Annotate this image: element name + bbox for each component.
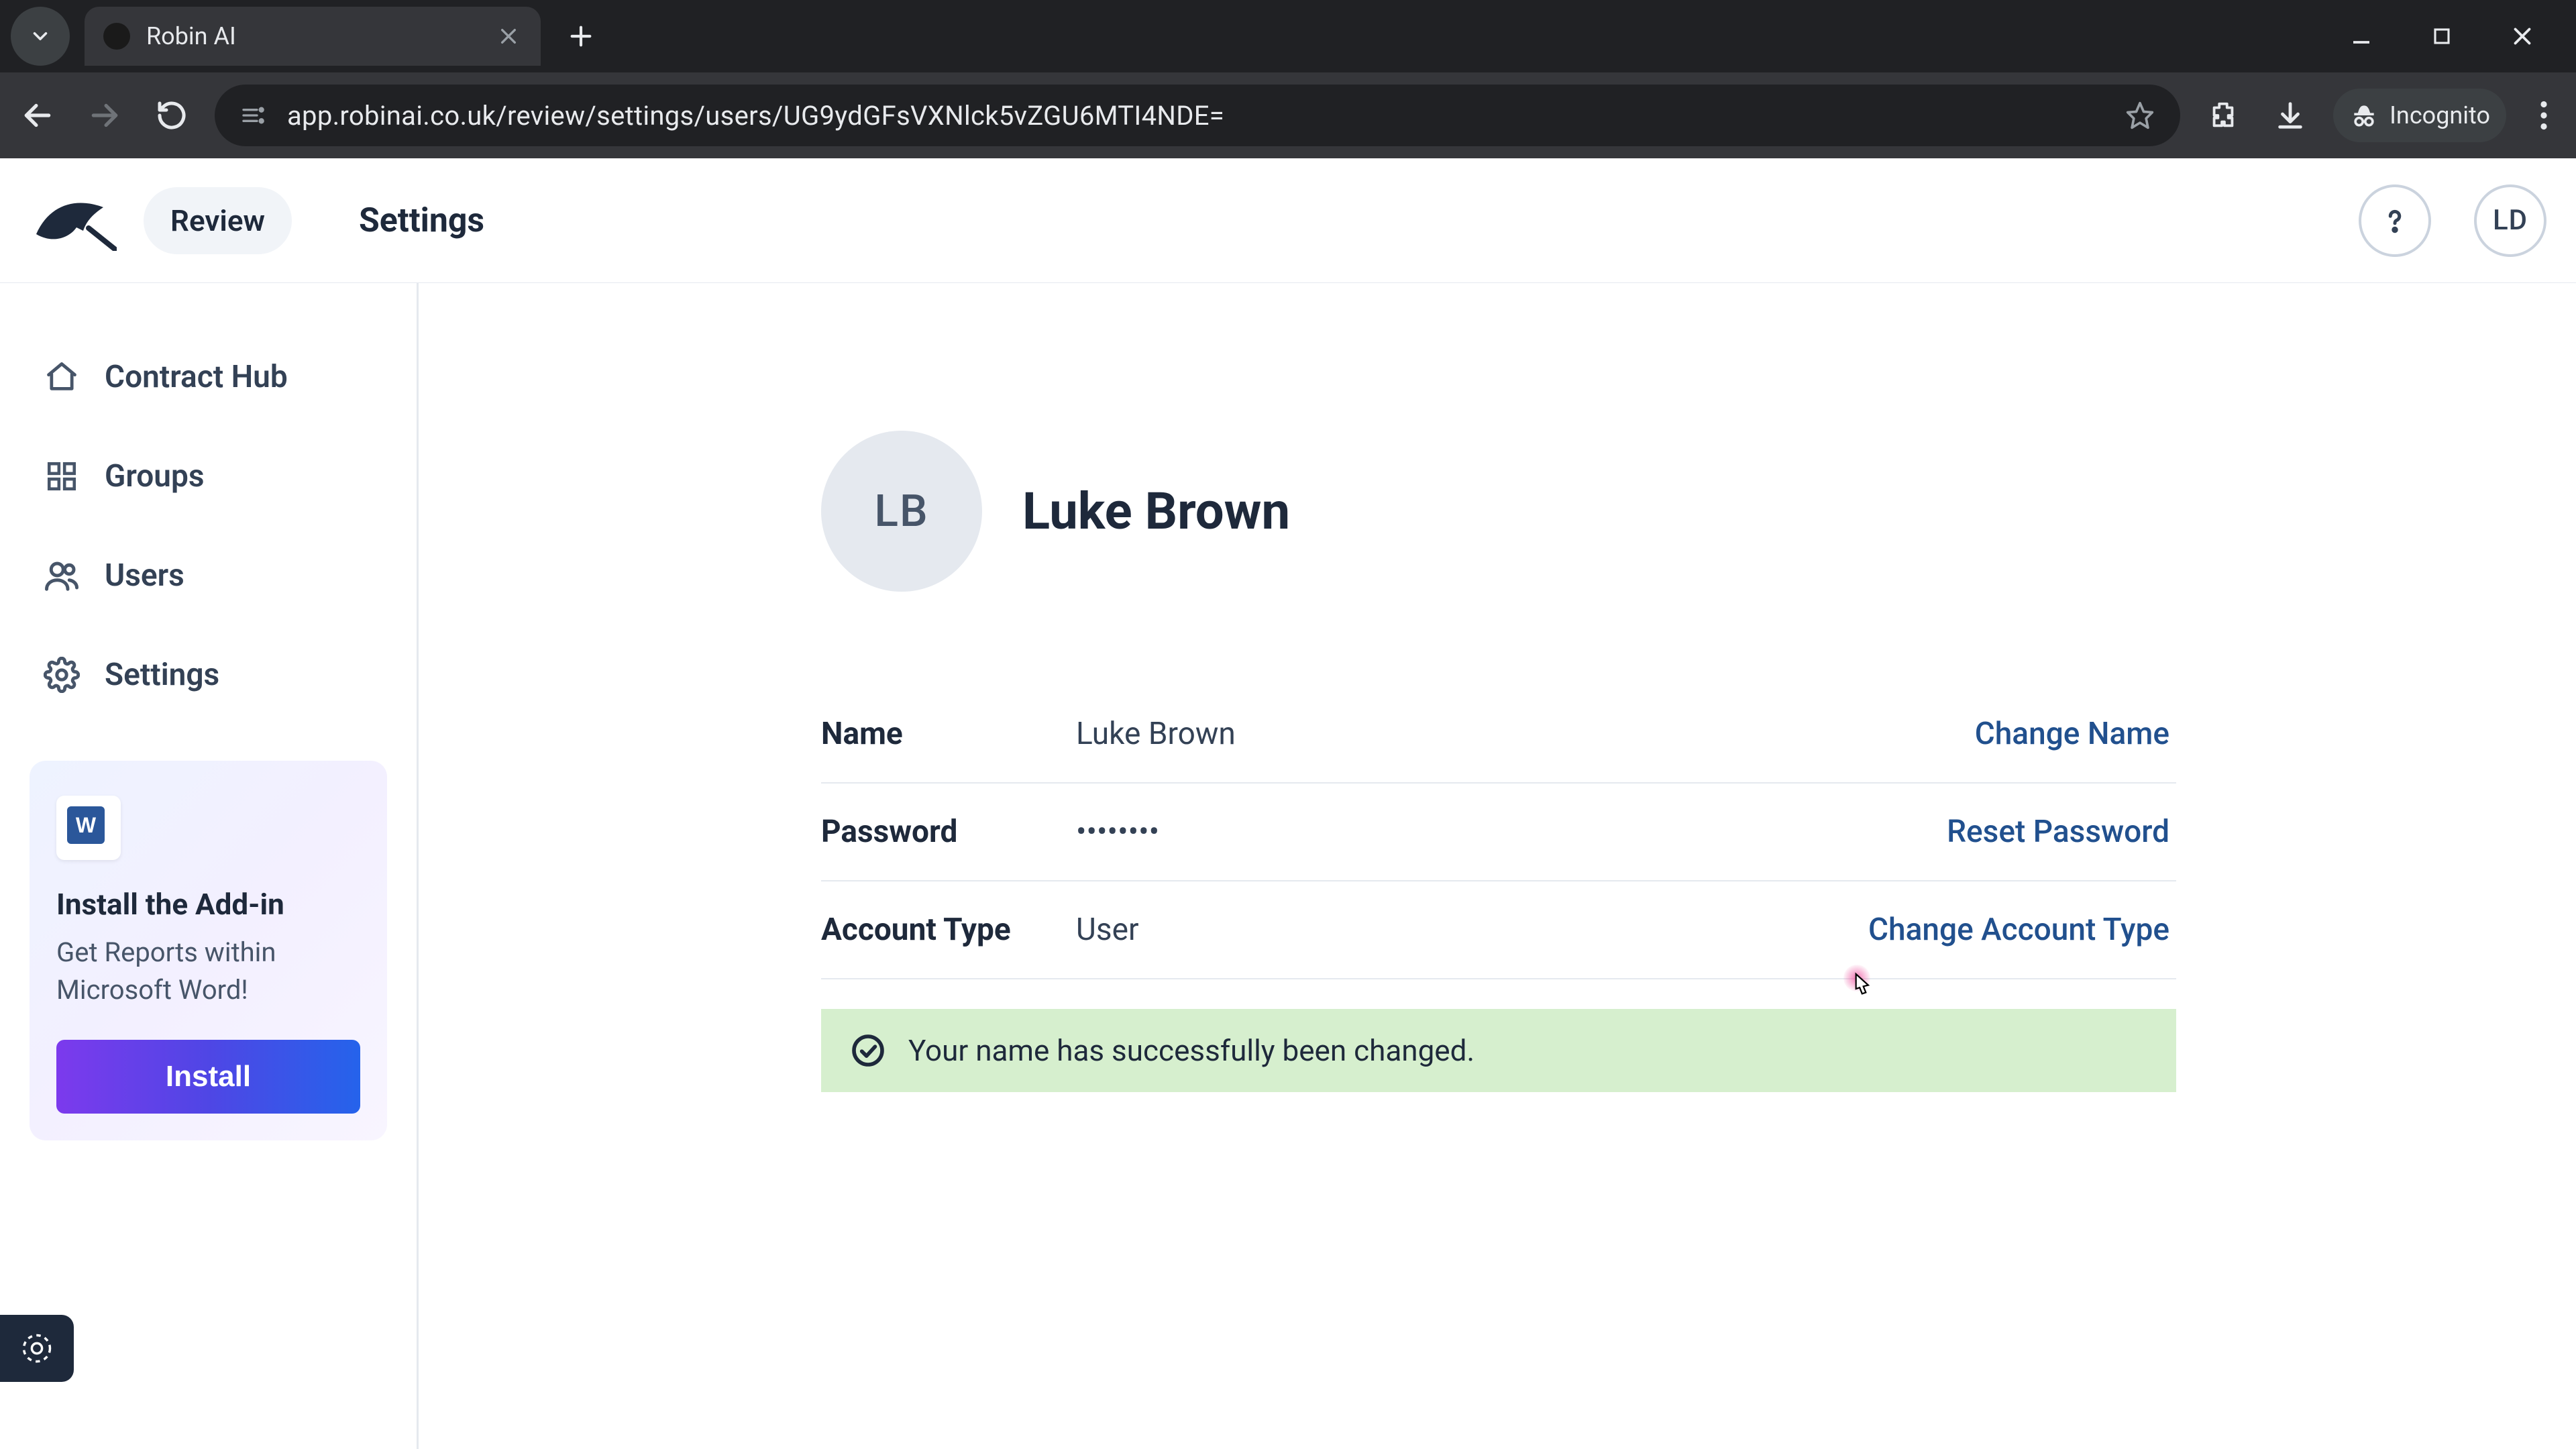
sidebar-item-label: Users (105, 557, 184, 594)
field-label: Account Type (821, 912, 1076, 948)
nav-forward-button[interactable] (80, 91, 129, 140)
profile-initials: LB (874, 486, 928, 537)
check-circle-icon (848, 1030, 888, 1071)
robin-logo-icon[interactable] (30, 184, 117, 258)
help-button[interactable] (2359, 184, 2431, 257)
window-close-button[interactable] (2502, 16, 2542, 56)
sidebar-item-users[interactable]: Users (30, 535, 387, 616)
tab-strip: Robin AI (0, 0, 2576, 72)
profile-name: Luke Brown (1022, 481, 1290, 541)
field-value: Luke Brown (1076, 716, 1975, 752)
gear-icon (43, 656, 80, 694)
current-user-initials: LD (2493, 204, 2528, 237)
profile-header: LB Luke Brown (821, 431, 2496, 592)
browser-toolbar: app.robinai.co.uk/review/settings/users/… (0, 72, 2576, 158)
incognito-icon (2349, 101, 2379, 130)
incognito-badge[interactable]: Incognito (2333, 89, 2506, 142)
window-controls (2341, 16, 2569, 56)
promo-install-button[interactable]: Install (56, 1040, 360, 1114)
sidebar-item-label: Settings (105, 657, 219, 693)
incognito-label: Incognito (2390, 101, 2490, 129)
field-label: Name (821, 716, 1076, 752)
promo-install-label: Install (166, 1060, 251, 1093)
field-row-name: Name Luke Brown Change Name (821, 686, 2176, 784)
tab-favicon-icon (103, 23, 130, 50)
promo-title: Install the Add-in (56, 887, 360, 922)
sidebar-item-groups[interactable]: Groups (30, 436, 387, 517)
feedback-tab-button[interactable] (0, 1315, 74, 1382)
reset-password-link[interactable]: Reset Password (1947, 814, 2176, 850)
bookmark-star-icon[interactable] (2123, 98, 2157, 133)
field-value: •••••••• (1076, 814, 1947, 850)
profile-avatar: LB (821, 431, 982, 592)
promo-body: Get Reports within Microsoft Word! (56, 934, 360, 1009)
change-name-link[interactable]: Change Name (1975, 716, 2176, 752)
current-user-avatar[interactable]: LD (2474, 184, 2546, 257)
sidebar: Contract Hub Groups Users Settings (0, 283, 419, 1449)
tab-close-button[interactable] (495, 23, 522, 50)
grid-icon (43, 458, 80, 495)
change-account-type-link[interactable]: Change Account Type (1868, 912, 2176, 948)
field-row-account-type: Account Type User Change Account Type (821, 881, 2176, 979)
field-label: Password (821, 814, 1076, 850)
success-alert: Your name has successfully been changed. (821, 1009, 2176, 1092)
app-root: Review Settings LD Contract Hub Groups (0, 158, 2576, 1449)
browser-tab[interactable]: Robin AI (85, 7, 541, 66)
field-value: User (1076, 912, 1868, 948)
app-header: Review Settings LD (0, 158, 2576, 283)
extensions-icon[interactable] (2199, 91, 2247, 140)
users-icon (43, 557, 80, 594)
field-row-password: Password •••••••• Reset Password (821, 784, 2176, 881)
nav-back-button[interactable] (13, 91, 62, 140)
profile-fields: Name Luke Brown Change Name Password •••… (821, 686, 2176, 979)
window-minimize-button[interactable] (2341, 16, 2381, 56)
sidebar-item-settings[interactable]: Settings (30, 635, 387, 715)
addin-promo-card: Install the Add-in Get Reports within Mi… (30, 761, 387, 1140)
browser-menu-button[interactable] (2525, 91, 2563, 140)
window-maximize-button[interactable] (2422, 16, 2462, 56)
nav-review-label: Review (170, 203, 265, 238)
nav-reload-button[interactable] (148, 91, 196, 140)
tab-title: Robin AI (146, 22, 479, 50)
new-tab-button[interactable] (557, 12, 605, 60)
site-info-icon[interactable] (237, 99, 270, 131)
app-body: Contract Hub Groups Users Settings (0, 283, 2576, 1449)
browser-chrome: Robin AI (0, 0, 2576, 158)
main-content: LB Luke Brown Name Luke Brown Change Nam… (419, 283, 2576, 1449)
downloads-icon[interactable] (2266, 91, 2314, 140)
sidebar-item-label: Groups (105, 458, 205, 494)
success-alert-text: Your name has successfully been changed. (908, 1033, 1474, 1068)
ms-word-icon (56, 796, 121, 860)
home-icon (43, 358, 80, 396)
url-text: app.robinai.co.uk/review/settings/users/… (287, 100, 2105, 131)
sidebar-item-label: Contract Hub (105, 359, 288, 395)
sidebar-item-contract-hub[interactable]: Contract Hub (30, 337, 387, 417)
page-title: Settings (359, 201, 484, 240)
tabs-dropdown-button[interactable] (11, 7, 70, 66)
nav-review[interactable]: Review (144, 187, 292, 254)
omnibox[interactable]: app.robinai.co.uk/review/settings/users/… (215, 85, 2180, 146)
